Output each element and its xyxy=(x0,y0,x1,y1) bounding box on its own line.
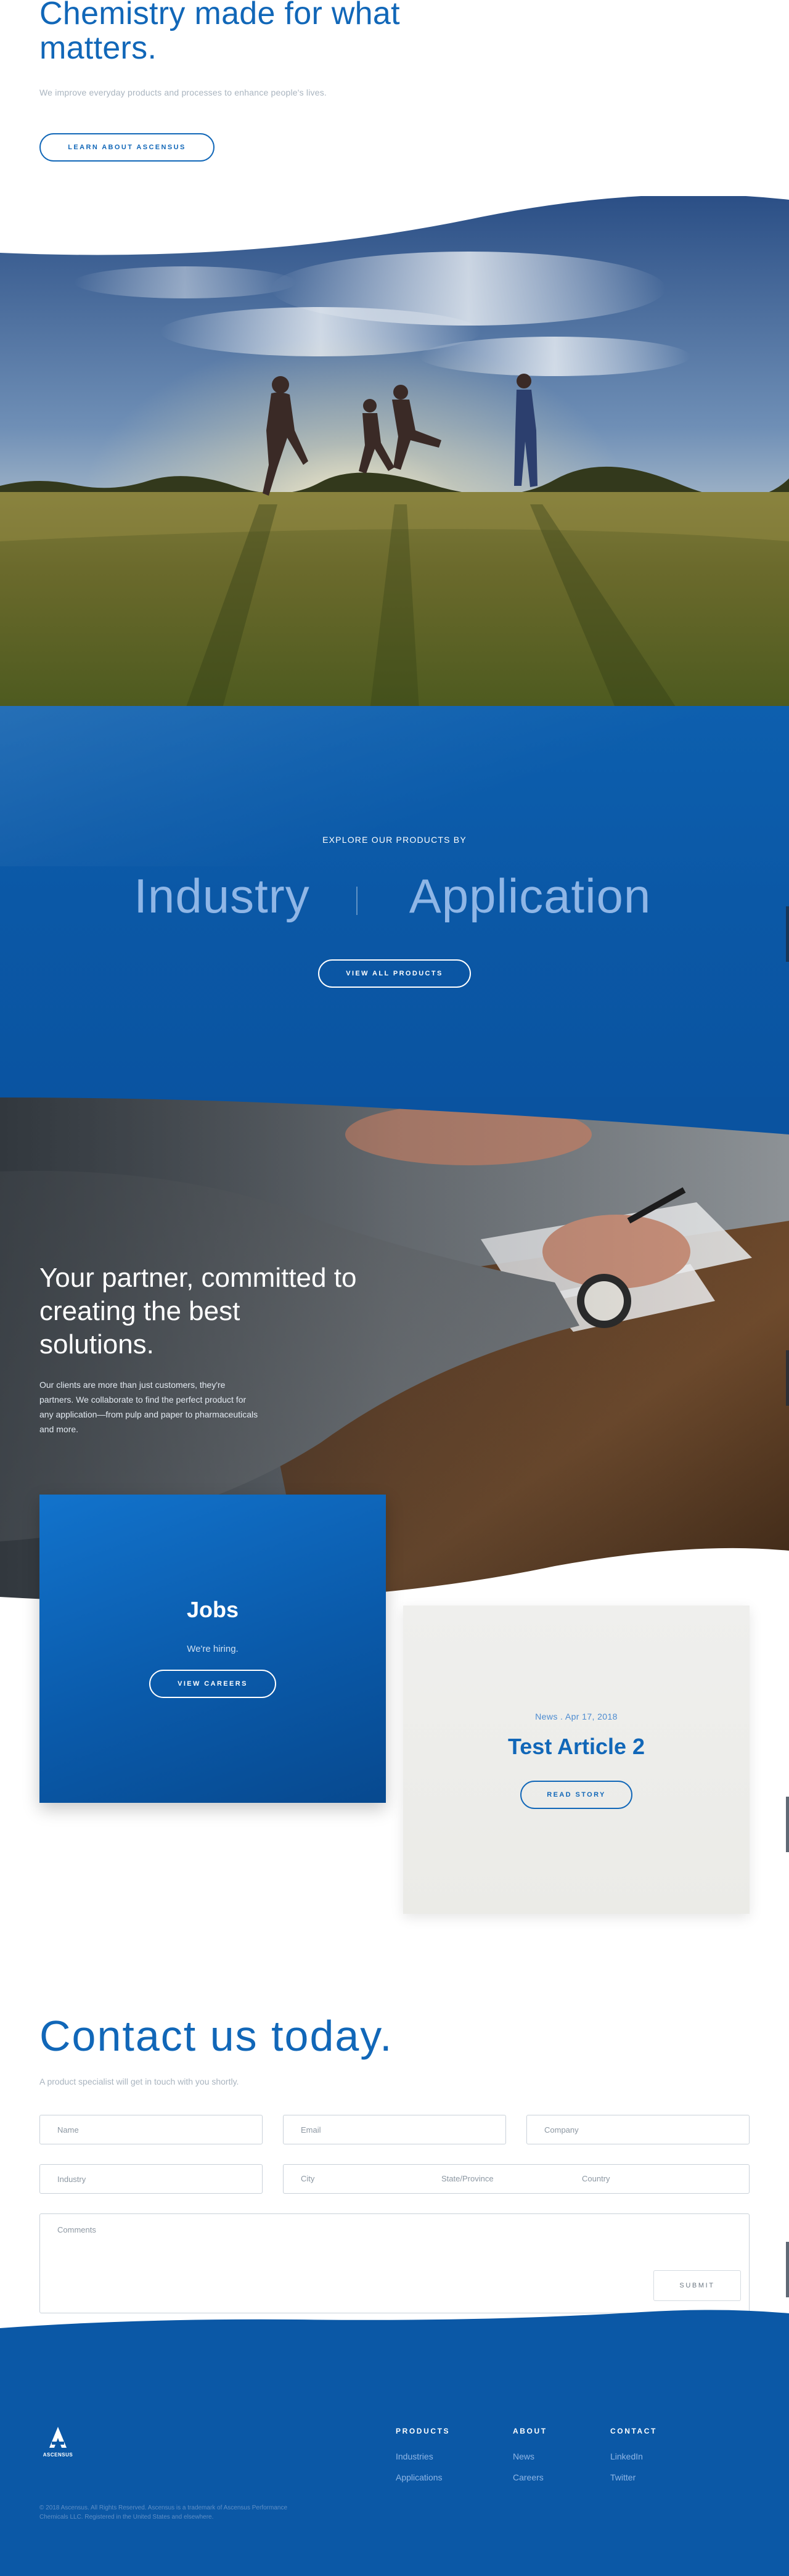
hero-title: Chemistry made for what matters. xyxy=(39,0,400,66)
hero-photo-people-running xyxy=(0,196,789,710)
industry-field[interactable]: Industry xyxy=(39,2164,263,2194)
state-field[interactable]: State/Province xyxy=(441,2174,494,2183)
partner-description: Our clients are more than just customers… xyxy=(39,1380,258,1434)
city-field[interactable]: City xyxy=(301,2174,314,2183)
learn-about-button[interactable]: LEARN ABOUT ASCENSUS xyxy=(39,133,215,162)
jobs-title: Jobs xyxy=(186,1597,239,1622)
partner-title: Your partner, committed to creating the … xyxy=(39,1263,357,1360)
news-title: Test Article 2 xyxy=(507,1734,645,1759)
contact-title: Contact us today. xyxy=(39,2012,393,2060)
submit-button[interactable]: SUBMIT xyxy=(653,2270,741,2301)
read-story-button[interactable]: READ STORY xyxy=(520,1781,632,1809)
footer-link-twitter[interactable]: Twitter xyxy=(610,2472,636,2482)
news-meta: News . Apr 17, 2018 xyxy=(535,1712,618,1721)
name-field[interactable]: Name xyxy=(39,2115,263,2144)
scroll-marker xyxy=(786,906,789,962)
news-card xyxy=(403,1606,750,1914)
explore-products-label: EXPLORE OUR PRODUCTS BY xyxy=(322,835,467,845)
jobs-subtitle: We're hiring. xyxy=(187,1644,239,1654)
footer-link-linkedin[interactable]: LinkedIn xyxy=(610,2451,643,2461)
hero-subtitle: We improve everyday products and process… xyxy=(39,88,327,97)
footer-heading-contact: CONTACT xyxy=(610,2427,657,2435)
company-field[interactable]: Company xyxy=(526,2115,750,2144)
footer-link-industries[interactable]: Industries xyxy=(396,2451,433,2461)
footer-link-applications[interactable]: Applications xyxy=(396,2472,443,2482)
view-careers-button[interactable]: VIEW CAREERS xyxy=(149,1670,276,1698)
scroll-marker xyxy=(786,1797,789,1852)
category-industry-link[interactable]: Industry xyxy=(117,868,327,924)
footer-heading-about: ABOUT xyxy=(513,2427,547,2435)
footer-heading-products: PRODUCTS xyxy=(396,2427,451,2435)
legal-text: © 2018 Ascensus. All Rights Reserved. As… xyxy=(39,2504,288,2521)
ascensus-logo-icon[interactable]: ASCENSUS xyxy=(39,2423,76,2460)
footer-background xyxy=(0,2310,789,2576)
comments-field[interactable]: Comments xyxy=(39,2213,750,2313)
footer-link-careers[interactable]: Careers xyxy=(513,2472,544,2482)
country-field[interactable]: Country xyxy=(582,2174,610,2183)
scroll-marker xyxy=(786,1350,789,1406)
category-divider xyxy=(356,887,358,915)
footer-link-news[interactable]: News xyxy=(513,2451,534,2461)
logo-wordmark: ASCENSUS xyxy=(43,2452,73,2458)
location-fields: City State/Province Country xyxy=(283,2164,750,2194)
scroll-marker xyxy=(786,2242,789,2297)
category-application-link[interactable]: Application xyxy=(388,868,672,924)
email-field[interactable]: Email xyxy=(283,2115,506,2144)
contact-subtitle: A product specialist will get in touch w… xyxy=(39,2077,239,2086)
view-all-products-button[interactable]: VIEW ALL PRODUCTS xyxy=(318,959,471,988)
